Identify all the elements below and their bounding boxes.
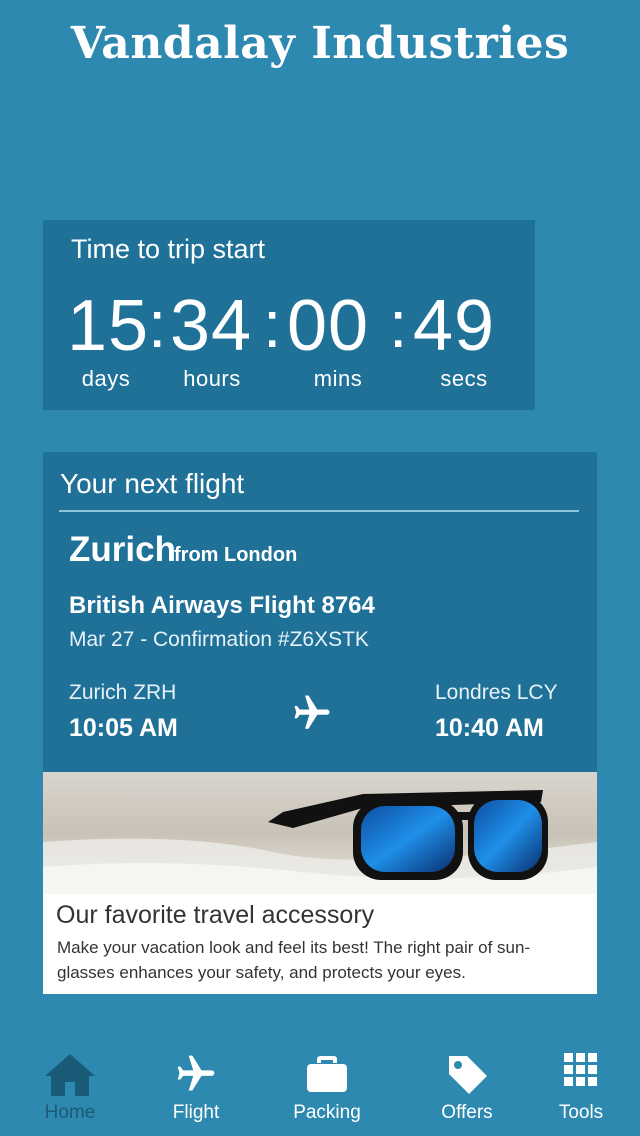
divider [59,510,579,512]
confirmation-text: Mar 27 - Confirmation #Z6XSTK [69,628,369,651]
countdown-unit-days: days [81,366,131,391]
countdown-label: Time to trip start [71,234,266,264]
countdown-separator: : [148,287,167,361]
promo-title: Our favorite travel accessory [56,901,375,929]
nav-flight[interactable]: Flight [141,1040,251,1136]
countdown-hours: 34 [170,286,253,366]
countdown-unit-mins: mins [313,366,363,391]
departure-airport: Zurich ZRH [69,681,177,704]
countdown-separator: : [263,287,282,361]
countdown-card: Time to trip start 15 : 34 : 00 : 49 day… [43,220,535,410]
promo-card[interactable]: Our favorite travel accessory Make your … [43,772,597,994]
tag-icon [445,1052,489,1101]
grid-icon [563,1052,599,1093]
nav-label: Packing [293,1102,361,1123]
countdown-unit-hours: hours [183,366,241,391]
nav-label: Home [44,1102,96,1123]
nav-label: Tools [558,1102,604,1123]
arrival-airport: Londres LCY [435,681,558,704]
promo-text: Make your vacation look and feel its bes… [57,938,531,982]
airline-flight: British Airways Flight 8764 [69,592,375,619]
nav-packing[interactable]: Packing [272,1040,382,1136]
departure-time: 10:05 AM [69,714,178,742]
airplane-icon [291,692,333,734]
countdown-secs: 49 [413,286,496,366]
home-icon [43,1052,97,1103]
flight-heading: Your next flight [60,468,245,499]
origin-text: from London [174,544,298,566]
app-title: Vandalay Industries [70,18,570,69]
nav-tools[interactable]: Tools [526,1040,636,1136]
sunglasses-on-beach-image [43,772,597,894]
arrival-time: 10:40 AM [435,714,544,742]
nav-home[interactable]: Home [15,1040,125,1136]
countdown-unit-secs: secs [440,366,488,391]
nav-label: Offers [441,1102,493,1123]
bottom-nav: Home Flight Packing Offers Tools [0,1040,640,1136]
nav-offers[interactable]: Offers [412,1040,522,1136]
countdown-digits: 15 : 34 : 00 : 49 [43,286,535,366]
countdown-mins: 00 [287,286,370,366]
suitcase-icon [305,1052,349,1099]
nav-label: Flight [172,1102,220,1123]
countdown-separator: : [389,287,408,361]
countdown-days: 15 [67,286,150,366]
destination-city: Zurich [69,530,176,569]
airplane-icon [174,1052,218,1101]
next-flight-card[interactable]: Your next flight Zurich from London Brit… [43,452,597,772]
